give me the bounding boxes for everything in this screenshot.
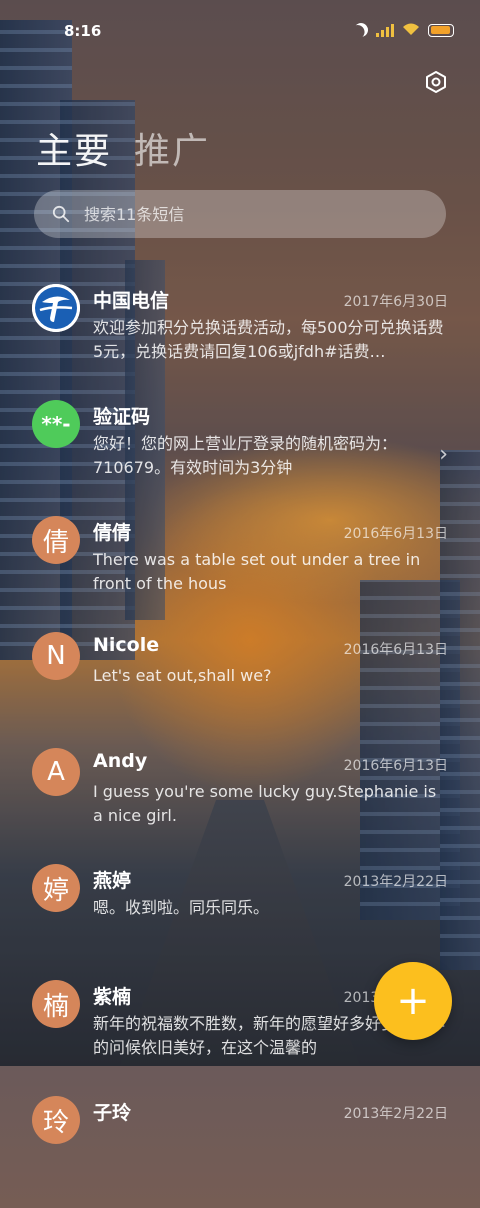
wifi-icon: [402, 22, 420, 38]
avatar: 婷: [32, 864, 80, 912]
avatar: A: [32, 748, 80, 796]
conversation-list: 中国电信 2017年6月30日 欢迎参加积分兑换话费活动，每500分可兑换话费5…: [0, 280, 480, 1208]
gear-icon[interactable]: [424, 70, 448, 94]
avatar: N: [32, 632, 80, 680]
tab-primary[interactable]: 主要: [36, 122, 112, 174]
avatar: 倩: [32, 516, 80, 564]
message-preview: There was a table set out under a tree i…: [93, 550, 421, 593]
message-date: 2016年6月13日: [343, 642, 448, 658]
battery-icon: [428, 23, 454, 37]
conversation-item[interactable]: 婷 燕婷 2013年2月22日 嗯。收到啦。同乐同乐。: [0, 860, 480, 976]
conversation-item[interactable]: A Andy 2016年6月13日 I guess you're some lu…: [0, 744, 480, 860]
chevron-right-icon: ›: [439, 442, 448, 467]
contact-name: 子玲: [93, 1102, 132, 1124]
contact-name: Andy: [93, 750, 148, 772]
message-date: 2016年6月13日: [343, 526, 448, 542]
contact-name: 紫楠: [93, 986, 132, 1008]
avatar: 楠: [32, 980, 80, 1028]
message-date: 2013年2月22日: [343, 874, 448, 890]
china-telecom-logo-avatar: [32, 284, 80, 332]
contact-name: 验证码: [93, 406, 151, 428]
message-date: 2016年6月13日: [343, 758, 448, 774]
message-date: 2017年6月30日: [343, 294, 448, 310]
message-preview: 欢迎参加积分兑换话费活动，每500分可兑换话费5元，兑换话费请回复106或jfd…: [93, 318, 444, 361]
moon-icon: [351, 20, 370, 39]
contact-name: 中国电信: [93, 290, 170, 312]
contact-name: 倩倩: [93, 522, 132, 544]
search-bar[interactable]: [34, 190, 446, 238]
avatar: **-: [32, 400, 80, 448]
status-time: 8:16: [64, 22, 102, 40]
message-preview: Let's eat out,shall we?: [93, 666, 272, 685]
contact-name: Nicole: [93, 634, 160, 656]
conversation-item[interactable]: 玲 子玲 2013年2月22日: [0, 1092, 480, 1208]
avatar: 玲: [32, 1096, 80, 1144]
message-preview: 您好！您的网上营业厅登录的随机密码为：710679。有效时间为3分钟: [93, 434, 398, 477]
folder-tabs: 主要 推广: [36, 122, 210, 174]
contact-name: 燕婷: [93, 870, 132, 892]
conversation-item[interactable]: N Nicole 2016年6月13日 Let's eat out,shall …: [0, 628, 480, 744]
conversation-item[interactable]: 中国电信 2017年6月30日 欢迎参加积分兑换话费活动，每500分可兑换话费5…: [0, 280, 480, 396]
message-date: 2013年2月22日: [343, 1106, 448, 1122]
tab-promotions[interactable]: 推广: [134, 122, 210, 174]
new-message-button[interactable]: +: [374, 962, 452, 1040]
search-icon: [52, 205, 70, 223]
signal-icon: [376, 23, 394, 37]
status-bar: 8:16: [0, 0, 480, 60]
search-input[interactable]: [82, 203, 406, 225]
message-preview: 嗯。收到啦。同乐同乐。: [93, 898, 270, 917]
plus-icon: +: [396, 978, 430, 1024]
conversation-item[interactable]: **- 验证码 您好！您的网上营业厅登录的随机密码为：710679。有效时间为3…: [0, 396, 480, 512]
conversation-item[interactable]: 倩 倩倩 2016年6月13日 There was a table set ou…: [0, 512, 480, 628]
message-preview: I guess you're some lucky guy.Stephanie …: [93, 782, 437, 825]
